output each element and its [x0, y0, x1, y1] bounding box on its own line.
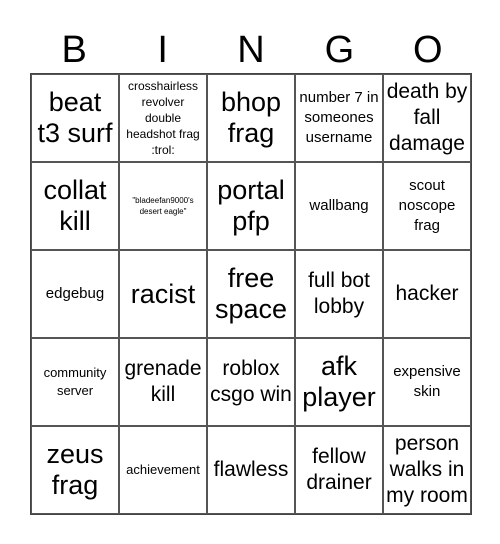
bingo-cell[interactable]: grenade kill [119, 338, 207, 426]
bingo-cell[interactable]: free space [207, 250, 295, 338]
bingo-cell[interactable]: "bladeefan9000's desert eagle" [119, 162, 207, 250]
bingo-cell[interactable]: expensive skin [383, 338, 471, 426]
bingo-cell-text: afk player [302, 351, 376, 412]
header-letter-g: G [324, 29, 355, 71]
bingo-cell-text: scout noscope frag [398, 177, 456, 234]
bingo-cell[interactable]: scout noscope frag [383, 162, 471, 250]
bingo-cell-text: fellow drainer [306, 445, 372, 494]
bingo-cell[interactable]: edgebug [31, 250, 119, 338]
bingo-cell-text: number 7 in someones username [299, 89, 379, 146]
bingo-cell-text: free space [214, 263, 288, 324]
bingo-cell-text: crosshairless revolver double headshot f… [126, 79, 200, 157]
bingo-cell-text: racist [130, 278, 196, 309]
bingo-cell-text: community server [43, 365, 107, 398]
bingo-cell[interactable]: crosshairless revolver double headshot f… [119, 74, 207, 162]
bingo-cell-text: zeus frag [46, 439, 104, 500]
bingo-cell-text: flawless [213, 458, 289, 481]
bingo-cell-text: grenade kill [124, 357, 202, 406]
bingo-cell[interactable]: bhop frag [207, 74, 295, 162]
header-letter-n: N [237, 29, 265, 71]
bingo-cell-text: wallbang [309, 197, 369, 214]
bingo-cell[interactable]: wallbang [295, 162, 383, 250]
bingo-cell-text: expensive skin [393, 363, 461, 400]
bingo-cell[interactable]: beat t3 surf [31, 74, 119, 162]
bingo-cell-text: "bladeefan9000's desert eagle" [132, 196, 194, 216]
bingo-cell[interactable]: hacker [383, 250, 471, 338]
bingo-cell-text: collat kill [43, 175, 107, 236]
bingo-cell[interactable]: community server [31, 338, 119, 426]
bingo-header: B I N G O [30, 28, 472, 72]
header-letter-i: I [157, 29, 168, 71]
bingo-cell[interactable]: full bot lobby [295, 250, 383, 338]
bingo-cell-text: achievement [126, 462, 200, 477]
bingo-cell-text: bhop frag [220, 87, 282, 148]
bingo-cell[interactable]: portal pfp [207, 162, 295, 250]
bingo-cell[interactable]: roblox csgo win [207, 338, 295, 426]
bingo-cell[interactable]: flawless [207, 426, 295, 514]
bingo-cell[interactable]: person walks in my room [383, 426, 471, 514]
bingo-cell-text: person walks in my room [386, 432, 468, 507]
bingo-cell[interactable]: racist [119, 250, 207, 338]
header-letter-b: B [61, 29, 87, 71]
bingo-cell-text: death by fall damage [386, 80, 468, 155]
bingo-cell[interactable]: achievement [119, 426, 207, 514]
bingo-cell[interactable]: number 7 in someones username [295, 74, 383, 162]
bingo-cell-text: beat t3 surf [37, 87, 113, 148]
bingo-cell[interactable]: afk player [295, 338, 383, 426]
bingo-cell-text: portal pfp [217, 175, 285, 236]
header-letter-o: O [413, 29, 443, 71]
bingo-cell-text: edgebug [45, 285, 105, 302]
bingo-cell-text: full bot lobby [308, 269, 370, 318]
bingo-cell[interactable]: collat kill [31, 162, 119, 250]
bingo-cell-text: roblox csgo win [210, 357, 292, 406]
bingo-cell[interactable]: death by fall damage [383, 74, 471, 162]
bingo-card: beat t3 surf crosshairless revolver doubl… [30, 73, 472, 515]
bingo-cell-text: hacker [395, 282, 459, 305]
bingo-cell[interactable]: fellow drainer [295, 426, 383, 514]
bingo-cell[interactable]: zeus frag [31, 426, 119, 514]
